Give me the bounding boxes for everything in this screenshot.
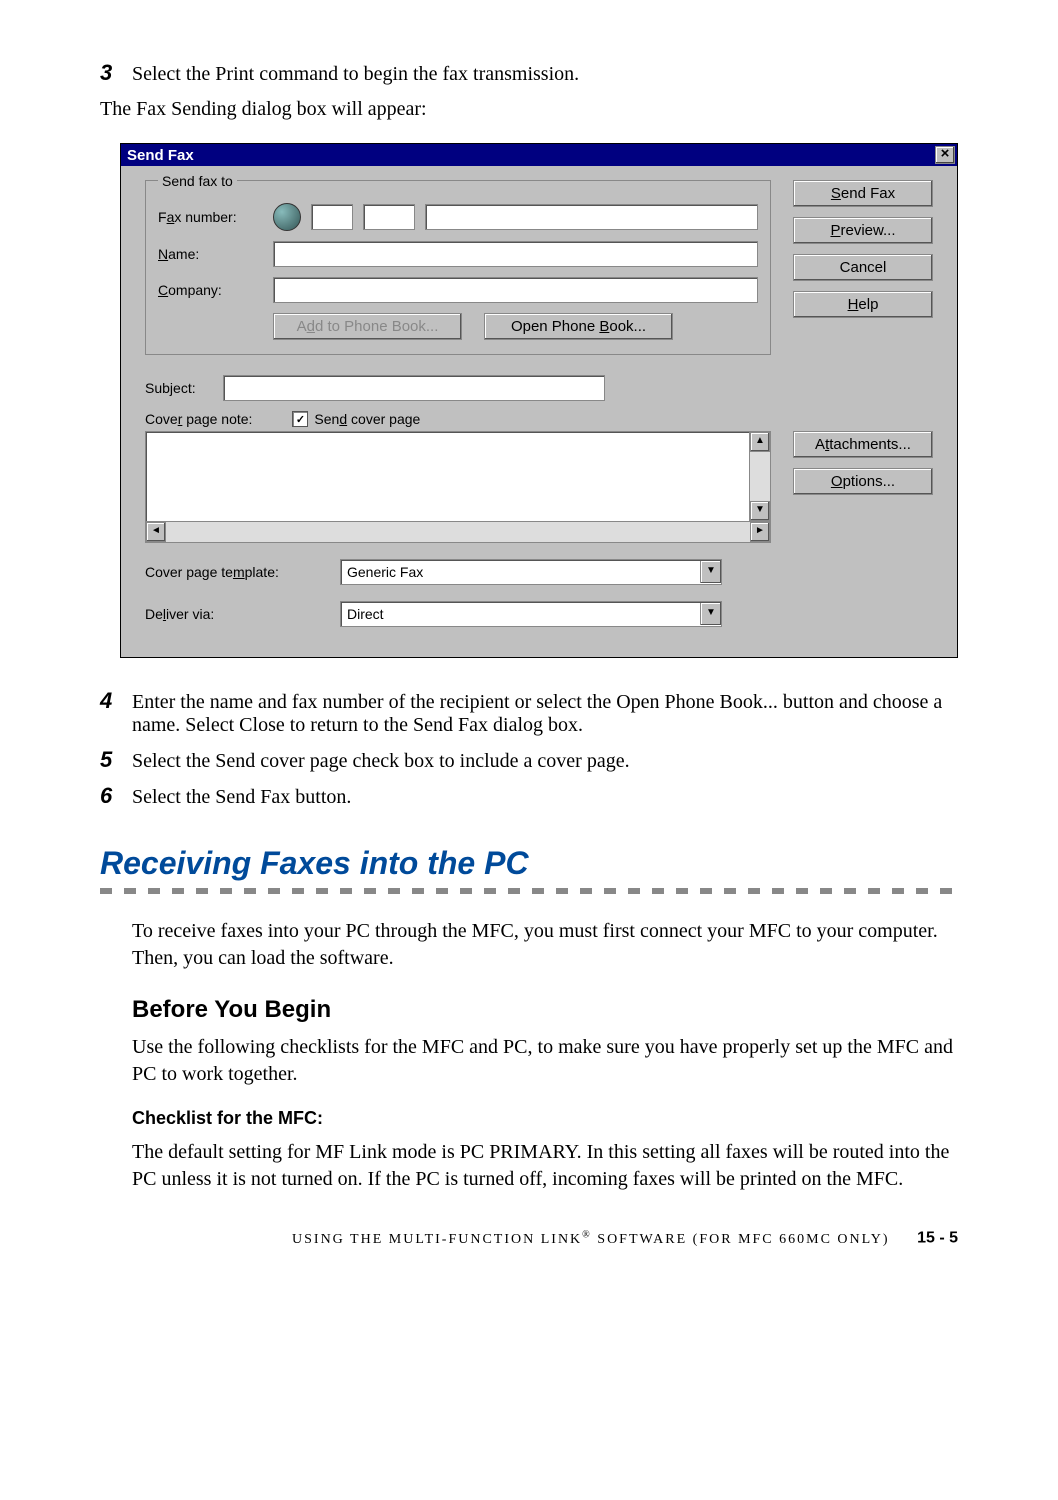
step-3-caption: The Fax Sending dialog box will appear:: [100, 96, 958, 123]
cover-template-value: Generic Fax: [341, 564, 700, 580]
deliver-via-label: Deliver via:: [145, 606, 330, 622]
company-label: Company:: [158, 282, 263, 298]
fax-number-label: Fax number:: [158, 209, 263, 225]
step-3-text: Select the Print command to begin the fa…: [132, 63, 958, 86]
step-6-number: 6: [100, 783, 132, 809]
chevron-down-icon[interactable]: ▼: [700, 561, 721, 583]
deliver-via-dropdown[interactable]: Direct ▼: [340, 601, 722, 627]
checkbox-icon: ✓: [292, 411, 308, 427]
step-5-text: Select the Send cover page check box to …: [132, 750, 958, 773]
name-label: Name:: [158, 246, 263, 262]
fax-area-input[interactable]: [363, 204, 415, 230]
step-4-text: Enter the name and fax number of the rec…: [132, 691, 958, 737]
step-3-number: 3: [100, 60, 132, 86]
scroll-up-icon[interactable]: ▲: [750, 432, 770, 452]
fax-number-input[interactable]: [425, 204, 758, 230]
send-cover-page-label: Send cover page: [314, 411, 420, 427]
page-number: 15 - 5: [917, 1230, 958, 1247]
fax-country-input[interactable]: [311, 204, 353, 230]
add-to-phone-book-button[interactable]: Add to Phone Book...: [273, 313, 462, 340]
horizontal-scrollbar[interactable]: ◄ ►: [146, 521, 770, 542]
company-input[interactable]: [273, 277, 758, 303]
checklist-mfc-heading: Checklist for the MFC:: [132, 1108, 958, 1129]
footer-text: USING THE MULTI-FUNCTION LINK® SOFTWARE …: [292, 1232, 890, 1247]
open-phone-book-button[interactable]: Open Phone Book...: [484, 313, 673, 340]
cancel-button[interactable]: Cancel: [793, 254, 933, 281]
options-button[interactable]: Options...: [793, 468, 933, 495]
vertical-scrollbar[interactable]: ▲ ▼: [749, 432, 770, 521]
help-button[interactable]: Help: [793, 291, 933, 318]
before-you-begin-heading: Before You Begin: [132, 996, 958, 1024]
scroll-down-icon[interactable]: ▼: [750, 501, 770, 521]
dialog-title: Send Fax: [127, 147, 935, 164]
cover-template-label: Cover page template:: [145, 564, 330, 580]
cover-template-dropdown[interactable]: Generic Fax ▼: [340, 559, 722, 585]
section-heading-receiving-faxes: Receiving Faxes into the PC: [100, 845, 958, 882]
close-icon[interactable]: ×: [935, 146, 955, 164]
step-4: 4 Enter the name and fax number of the r…: [100, 688, 958, 737]
preview-button[interactable]: Preview...: [793, 217, 933, 244]
step-3: 3 Select the Print command to begin the …: [100, 60, 958, 86]
step-4-number: 4: [100, 688, 132, 714]
subject-label: Subject:: [145, 380, 215, 396]
send-fax-to-legend: Send fax to: [158, 173, 237, 189]
subject-input[interactable]: [223, 375, 605, 401]
section-divider: [100, 888, 958, 894]
name-input[interactable]: [273, 241, 758, 267]
step-5-number: 5: [100, 747, 132, 773]
before-you-begin-paragraph: Use the following checklists for the MFC…: [132, 1034, 958, 1088]
page-footer: USING THE MULTI-FUNCTION LINK® SOFTWARE …: [100, 1229, 958, 1248]
scroll-right-icon[interactable]: ►: [750, 522, 770, 542]
send-cover-page-checkbox[interactable]: ✓ Send cover page: [292, 411, 420, 427]
cover-page-note-label: Cover page note:: [145, 411, 252, 427]
cover-note-textarea[interactable]: ▲ ▼ ◄ ►: [145, 431, 771, 543]
step-6: 6 Select the Send Fax button.: [100, 783, 958, 809]
scroll-left-icon[interactable]: ◄: [146, 522, 166, 542]
step-6-text: Select the Send Fax button.: [132, 786, 958, 809]
dialog-titlebar: Send Fax ×: [121, 144, 957, 166]
step-5: 5 Select the Send cover page check box t…: [100, 747, 958, 773]
section-intro-paragraph: To receive faxes into your PC through th…: [132, 918, 958, 972]
send-fax-button[interactable]: Send Fax: [793, 180, 933, 207]
checklist-mfc-paragraph: The default setting for MF Link mode is …: [132, 1139, 958, 1193]
chevron-down-icon[interactable]: ▼: [700, 603, 721, 625]
globe-icon[interactable]: [273, 203, 301, 231]
send-fax-dialog: Send Fax × Send fax to Fax number: Name:: [120, 143, 958, 658]
attachments-button[interactable]: Attachments...: [793, 431, 933, 458]
send-fax-to-group: Send fax to Fax number: Name: Company:: [145, 180, 771, 355]
deliver-via-value: Direct: [341, 606, 700, 622]
